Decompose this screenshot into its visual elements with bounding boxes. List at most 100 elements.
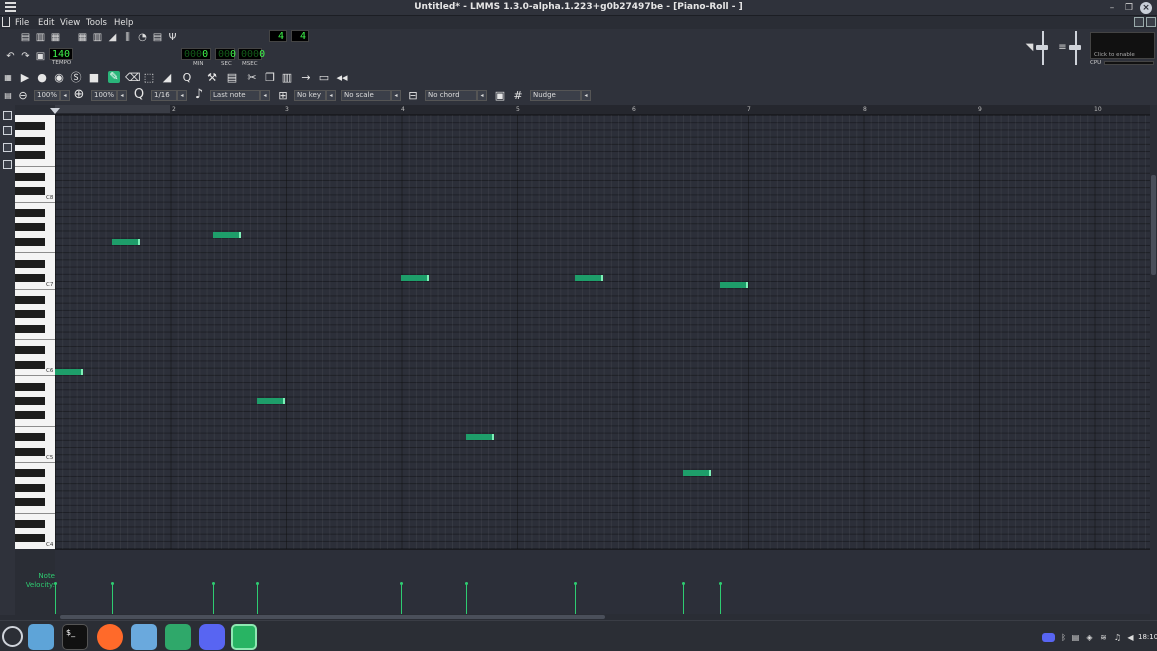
black-key[interactable] xyxy=(15,498,45,507)
time-sig-numerator[interactable]: 4 xyxy=(269,30,287,42)
horizontal-scroll-thumb[interactable] xyxy=(60,615,605,619)
mixer-icon[interactable]: ⫼ xyxy=(122,32,133,43)
automation-editor-icon[interactable]: ◢ xyxy=(107,32,118,43)
black-key[interactable] xyxy=(15,396,45,405)
black-key[interactable] xyxy=(15,223,45,232)
note[interactable] xyxy=(55,369,83,375)
save-icon[interactable]: ▣ xyxy=(35,51,46,62)
piano-roll-icon[interactable]: ▥ xyxy=(92,32,103,43)
paste-icon[interactable]: ▤ xyxy=(226,72,238,84)
key-arrow[interactable]: ◂ xyxy=(326,90,336,101)
black-key[interactable] xyxy=(15,346,45,355)
master-pitch-handle[interactable] xyxy=(1069,45,1081,50)
zoom-horizontal-arrow[interactable]: ◂ xyxy=(60,90,70,101)
key-select[interactable]: No key ◂ xyxy=(294,90,336,101)
clock[interactable]: 18:10 xyxy=(1138,633,1157,641)
black-key[interactable] xyxy=(15,122,45,131)
time-milliseconds[interactable]: 0000 xyxy=(238,48,265,60)
velocity-handle[interactable] xyxy=(212,582,215,585)
black-key[interactable] xyxy=(15,259,45,268)
black-key[interactable] xyxy=(15,534,45,543)
note[interactable] xyxy=(401,275,429,281)
quantize-icon[interactable]: Q xyxy=(181,72,193,84)
velocity-bar[interactable] xyxy=(112,584,113,614)
zoom-horizontal-select[interactable]: 100% ◂ xyxy=(34,90,70,101)
restore-subwindow-icon[interactable] xyxy=(1134,17,1144,27)
black-key[interactable] xyxy=(15,151,45,160)
tray-clipboard-icon[interactable]: ▤ xyxy=(1071,633,1080,642)
copy-icon[interactable]: ❐ xyxy=(264,72,276,84)
tray-discord-icon[interactable] xyxy=(1042,633,1055,642)
black-key[interactable] xyxy=(15,274,45,283)
clipboard-icon[interactable]: ▥ xyxy=(281,72,293,84)
pitch-bend-mode-icon[interactable]: ◢ xyxy=(161,72,173,84)
note[interactable] xyxy=(213,232,241,238)
rewind-icon[interactable]: ◂◂ xyxy=(336,72,348,84)
record-icon[interactable]: ● xyxy=(36,72,48,84)
discord-icon[interactable] xyxy=(199,624,225,650)
black-key[interactable] xyxy=(15,433,45,442)
project-notes-icon[interactable]: ▤ xyxy=(152,32,163,43)
playhead-marker[interactable] xyxy=(50,108,60,114)
start-menu-icon[interactable] xyxy=(2,626,23,647)
stop-icon[interactable]: ■ xyxy=(88,72,100,84)
tools-wrench-icon[interactable]: ⚒ xyxy=(206,72,218,84)
black-key[interactable] xyxy=(15,172,45,181)
velocity-handle[interactable] xyxy=(719,582,722,585)
menu-edit[interactable]: Edit xyxy=(38,18,54,28)
note-grid[interactable] xyxy=(55,115,1150,549)
zoom-vertical-arrow[interactable]: ◂ xyxy=(117,90,127,101)
velocity-bar[interactable] xyxy=(213,584,214,614)
sidebar-projects-icon[interactable] xyxy=(3,111,12,120)
tray-network-icon[interactable]: ≋ xyxy=(1099,633,1108,642)
velocity-bar[interactable] xyxy=(683,584,684,614)
quantize-select[interactable]: 1/16 ◂ xyxy=(151,90,187,101)
velocity-bar[interactable] xyxy=(720,584,721,614)
velocity-bar[interactable] xyxy=(575,584,576,614)
velocity-handle[interactable] xyxy=(54,582,57,585)
time-sig-denominator[interactable]: 4 xyxy=(291,30,309,42)
select-mode-icon[interactable]: ⬚ xyxy=(143,72,155,84)
black-key[interactable] xyxy=(15,295,45,304)
redo-icon[interactable]: ↷ xyxy=(20,51,31,62)
velocity-bar[interactable] xyxy=(55,584,56,614)
note-length-arrow[interactable]: ◂ xyxy=(260,90,270,101)
tray-music-icon[interactable]: ♫ xyxy=(1113,633,1122,642)
file-manager-icon[interactable] xyxy=(131,624,157,650)
tray-volume-icon[interactable]: ◀ xyxy=(1126,633,1135,642)
master-volume-handle[interactable] xyxy=(1036,45,1048,50)
lmms-taskbar-icon[interactable] xyxy=(231,624,257,650)
black-key[interactable] xyxy=(15,360,45,369)
note[interactable] xyxy=(466,434,494,440)
template-icon[interactable]: ▥ xyxy=(35,32,46,43)
loop-region[interactable] xyxy=(55,105,170,113)
time-seconds[interactable]: 000 xyxy=(215,48,236,60)
note[interactable] xyxy=(575,275,603,281)
new-project-icon[interactable]: ▤ xyxy=(20,32,31,43)
scale-select[interactable]: No scale ◂ xyxy=(341,90,401,101)
timeline[interactable]: 2 3 4 5 6 7 8 9 10 xyxy=(55,105,1150,115)
black-key[interactable] xyxy=(15,519,45,528)
cpu-load-graph[interactable]: Click to enable xyxy=(1090,32,1155,59)
snap-mode-select[interactable]: Nudge ◂ xyxy=(530,90,591,101)
menu-file[interactable]: File xyxy=(15,18,29,28)
erase-mode-icon[interactable]: ⌫ xyxy=(125,72,141,84)
black-key[interactable] xyxy=(15,483,45,492)
chord-arrow[interactable]: ◂ xyxy=(477,90,487,101)
microtuner-icon[interactable]: Ψ xyxy=(167,32,178,43)
chord-select[interactable]: No chord ◂ xyxy=(425,90,487,101)
files-folder-icon[interactable] xyxy=(28,624,54,650)
note[interactable] xyxy=(112,239,140,245)
open-recent-icon[interactable]: ▦ xyxy=(50,32,61,43)
note[interactable] xyxy=(257,398,285,404)
velocity-handle[interactable] xyxy=(111,582,114,585)
black-key[interactable] xyxy=(15,187,45,196)
minimize-icon[interactable]: – xyxy=(1106,2,1118,14)
vertical-scroll-thumb[interactable] xyxy=(1151,175,1156,275)
vertical-scrollbar[interactable] xyxy=(1150,115,1157,614)
menu-view[interactable]: View xyxy=(60,18,80,28)
velocity-bar[interactable] xyxy=(466,584,467,614)
note-length-select[interactable]: Last note ◂ xyxy=(210,90,270,101)
play-icon[interactable]: ▶ xyxy=(19,72,31,84)
black-key[interactable] xyxy=(15,447,45,456)
